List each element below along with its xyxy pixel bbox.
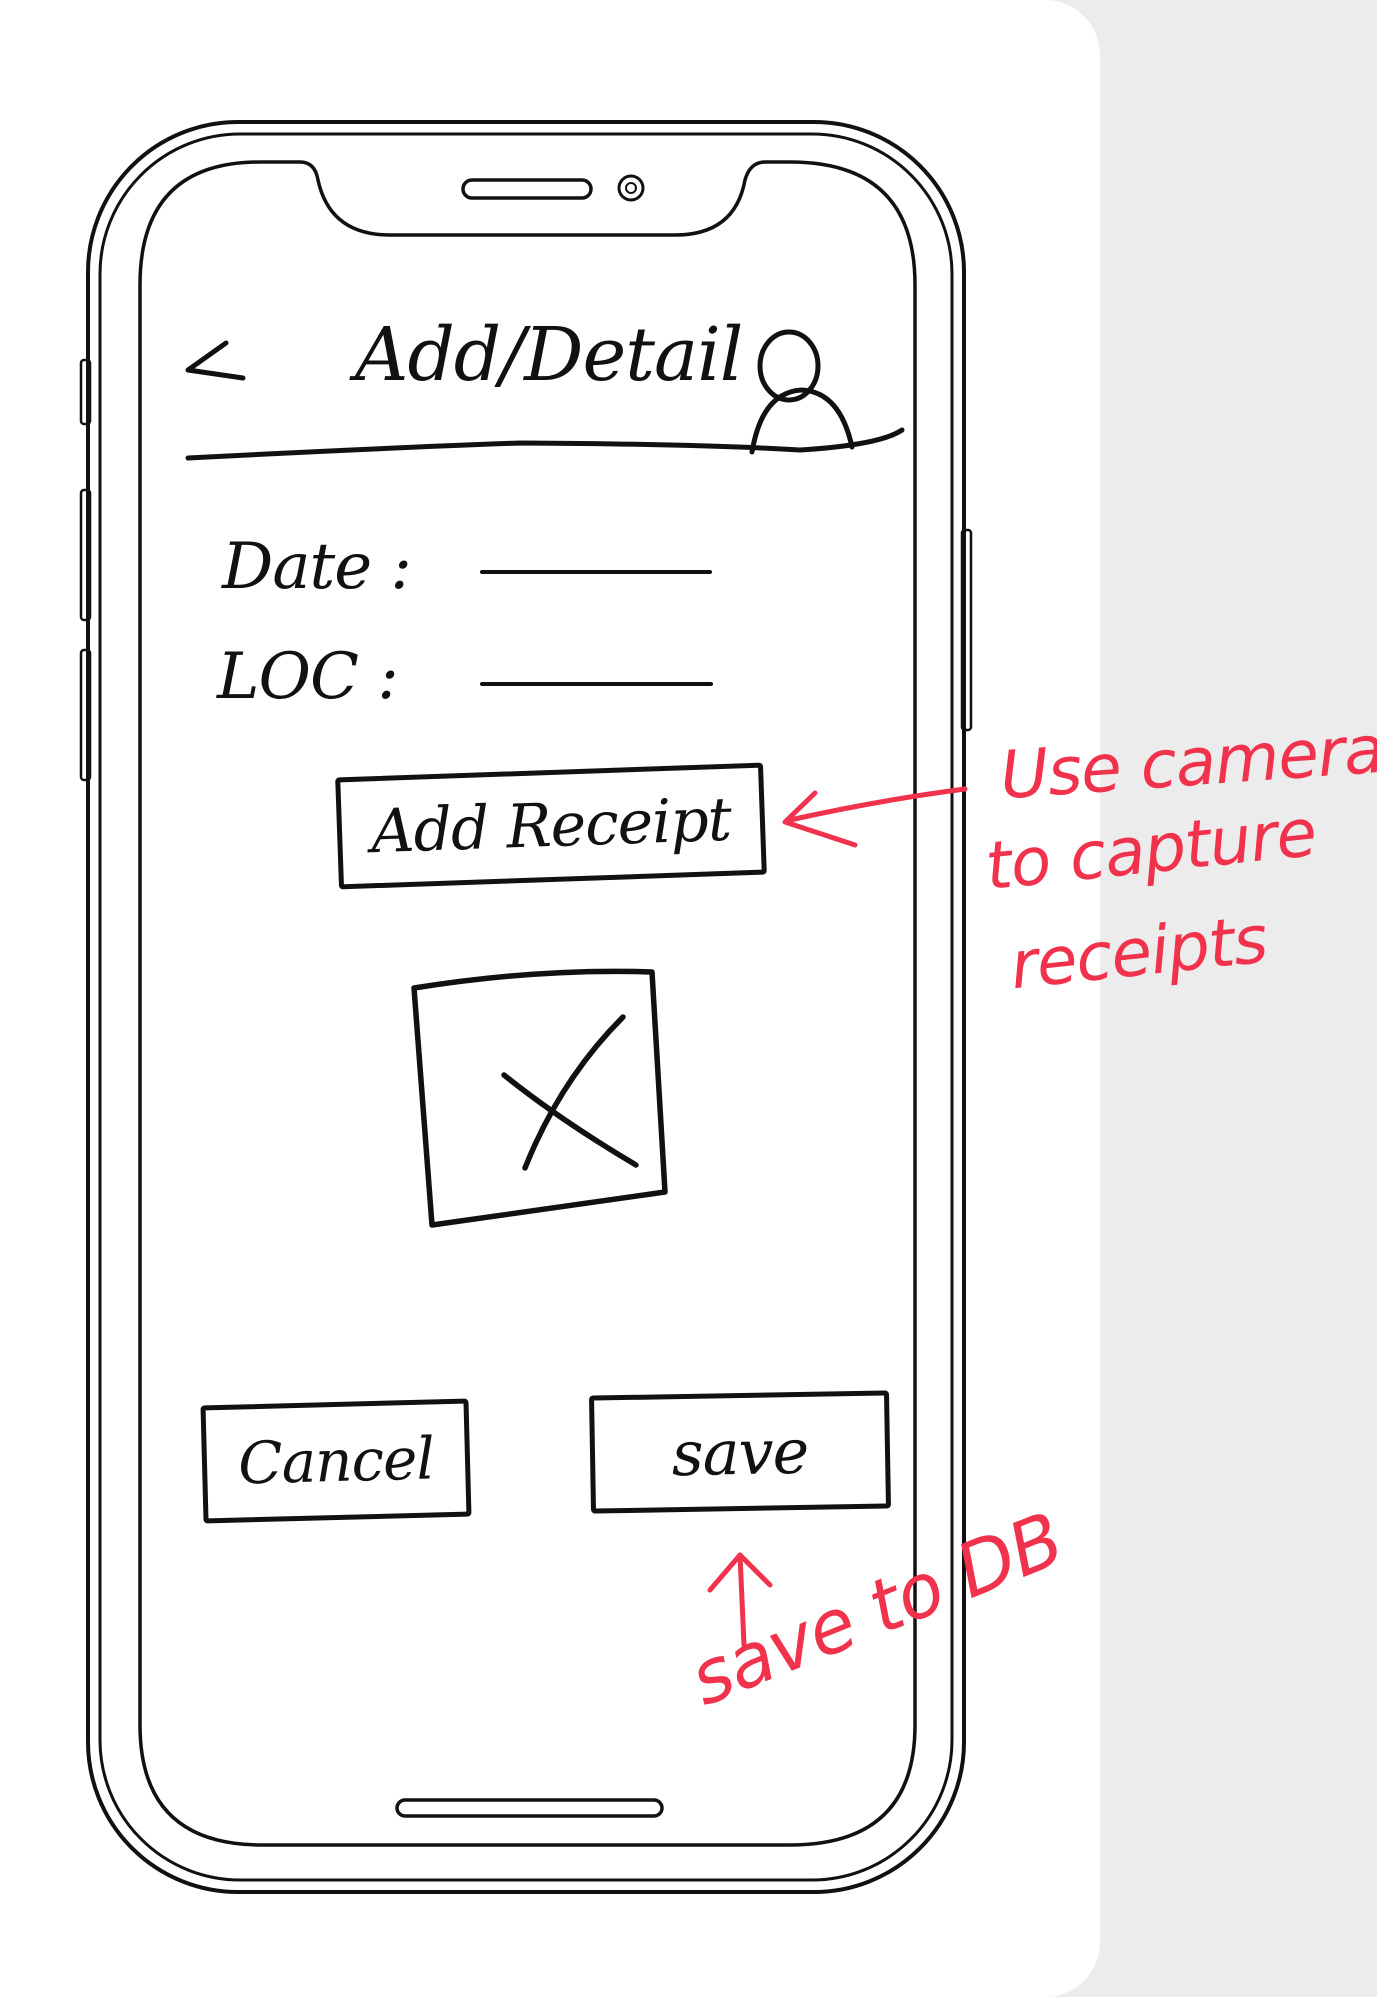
save-note-arrow-icon bbox=[707, 1552, 773, 1648]
